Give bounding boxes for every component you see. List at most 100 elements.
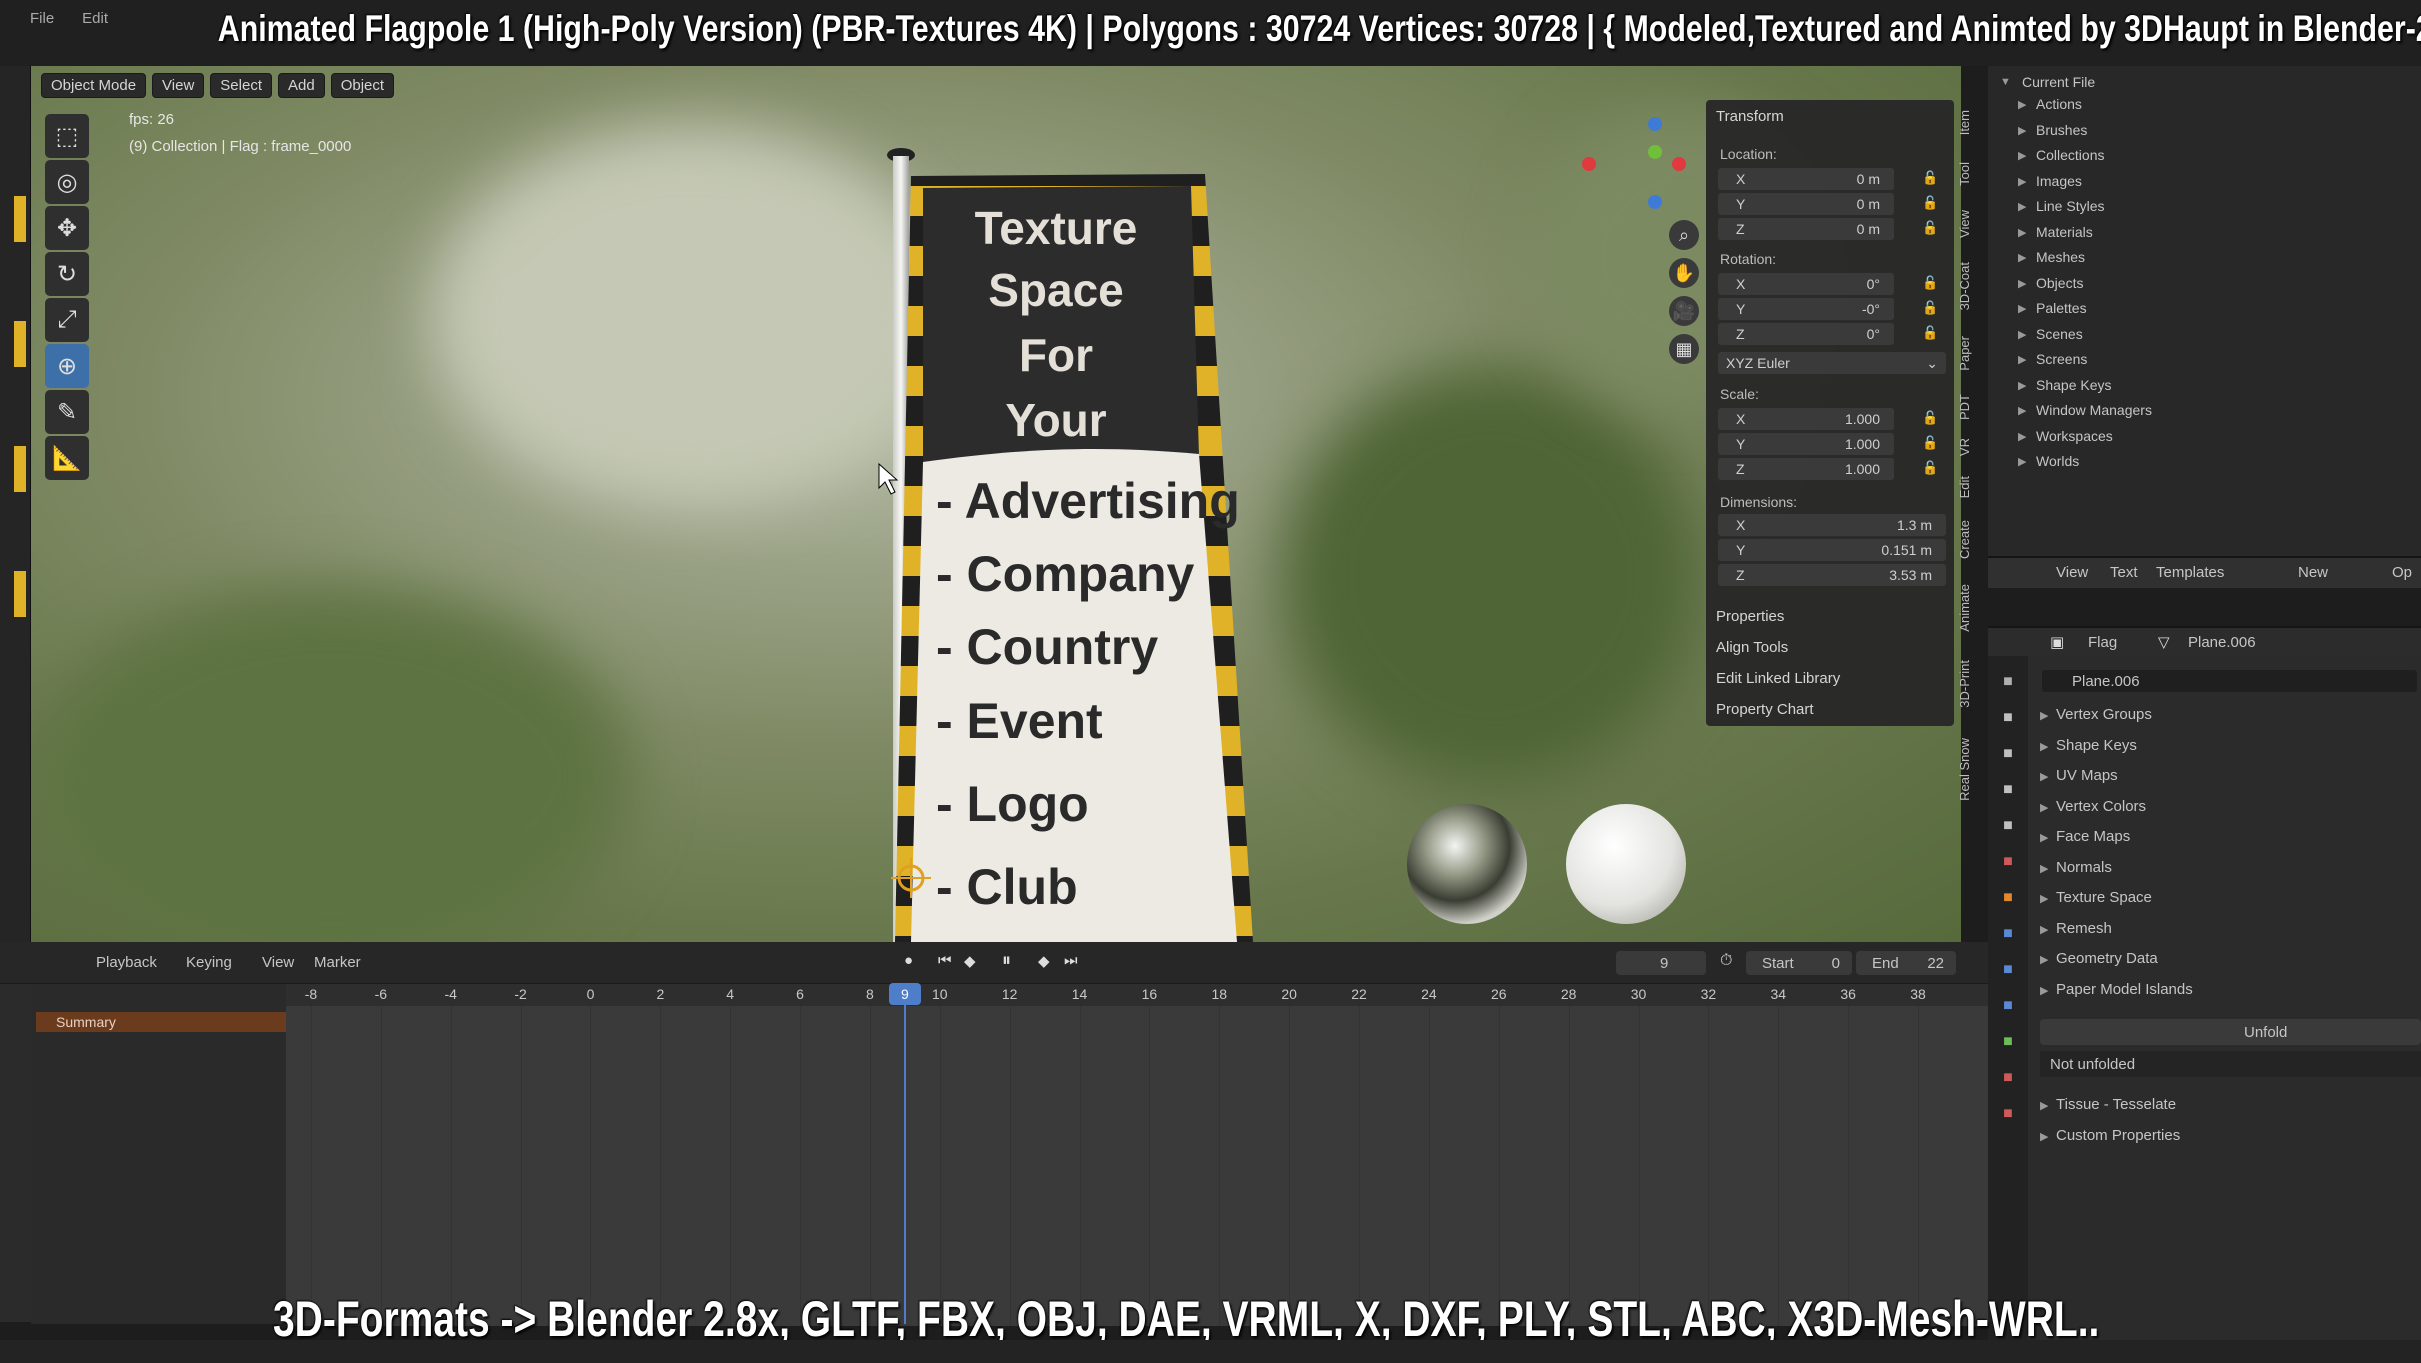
properties-tab-icon[interactable]: ■	[1998, 960, 2018, 980]
record-icon[interactable]: ●	[904, 952, 913, 969]
outliner-item[interactable]: Workspaces	[2036, 428, 2113, 444]
expand-arrow-icon[interactable]: ▶	[2018, 379, 2026, 392]
clock-icon[interactable]: ⏱	[1720, 952, 1732, 970]
outliner-root[interactable]: Current File	[2022, 74, 2095, 90]
expand-arrow-icon[interactable]: ▼	[2000, 76, 2011, 88]
properties-subpanel[interactable]: Geometry Data	[2056, 950, 2158, 967]
expand-arrow-icon[interactable]: ▶	[2018, 328, 2026, 341]
properties-tab-icon[interactable]: ■	[1998, 888, 2018, 908]
expand-arrow-icon[interactable]: ▶	[2040, 740, 2048, 753]
align-tools-subpanel[interactable]: Align Tools	[1716, 639, 1788, 656]
timeline-grid[interactable]	[286, 1006, 1988, 1326]
expand-arrow-icon[interactable]: ▶	[2018, 149, 2026, 162]
text-text-menu[interactable]: Text	[2110, 564, 2138, 581]
gizmo-z-neg-icon[interactable]	[1648, 195, 1662, 209]
expand-arrow-icon[interactable]: ▶	[2018, 226, 2026, 239]
lock-icon[interactable]: 🔓	[1922, 220, 1938, 236]
mesh-datablock-field[interactable]: Plane.006	[2042, 670, 2417, 692]
properties-subpanel[interactable]: Properties	[1716, 608, 1784, 625]
expand-arrow-icon[interactable]: ▶	[2040, 862, 2048, 875]
tab-3d-print[interactable]: 3D-Print	[1957, 660, 1979, 708]
dimensions-x-field[interactable]: X 1.3 m	[1718, 514, 1946, 536]
outliner-item[interactable]: Actions	[2036, 96, 2082, 112]
outliner-item[interactable]: Collections	[2036, 147, 2104, 163]
tab-create[interactable]: Create	[1957, 520, 1979, 559]
next-keyframe-icon[interactable]: ◆	[1038, 952, 1050, 970]
expand-arrow-icon[interactable]: ▶	[2018, 302, 2026, 315]
properties-subpanel[interactable]: Paper Model Islands	[2056, 981, 2193, 998]
tab-edit[interactable]: Edit	[1957, 476, 1979, 498]
edit-linked-library-subpanel[interactable]: Edit Linked Library	[1716, 670, 1840, 687]
tab-vr[interactable]: VR	[1957, 438, 1979, 456]
expand-arrow-icon[interactable]: ▶	[2018, 353, 2026, 366]
expand-arrow-icon[interactable]: ▶	[2040, 953, 2048, 966]
properties-subpanel[interactable]: Texture Space	[2056, 889, 2152, 906]
tab-pdt[interactable]: PDT	[1957, 394, 1979, 420]
properties-tab-icon[interactable]: ■	[1998, 1104, 2018, 1124]
text-templates-menu[interactable]: Templates	[2156, 564, 2224, 581]
expand-arrow-icon[interactable]: ▶	[2018, 251, 2026, 264]
text-open-button[interactable]: Op	[2392, 564, 2412, 581]
properties-subpanel[interactable]: Vertex Groups	[2056, 706, 2152, 723]
gizmo-z-icon[interactable]	[1648, 117, 1662, 131]
properties-tab-icon[interactable]: ■	[1998, 708, 2018, 728]
outliner-item[interactable]: Line Styles	[2036, 198, 2104, 214]
text-new-button[interactable]: New	[2298, 564, 2328, 581]
lock-icon[interactable]: 🔓	[1922, 325, 1938, 341]
tab-3d-coat[interactable]: 3D-Coat	[1957, 262, 1979, 310]
outliner-item[interactable]: Objects	[2036, 275, 2083, 291]
expand-arrow-icon[interactable]: ▶	[2040, 770, 2048, 783]
expand-arrow-icon[interactable]: ▶	[2018, 98, 2026, 111]
scale-z-field[interactable]: Z 1.000	[1718, 458, 1894, 480]
playhead[interactable]	[903, 984, 906, 1324]
lock-icon[interactable]: 🔓	[1922, 275, 1938, 291]
properties-tab-icon[interactable]: ■	[1998, 852, 2018, 872]
properties-tab-icon[interactable]: ■	[1998, 996, 2018, 1016]
menu-edit[interactable]: Edit	[82, 10, 108, 30]
unfold-button[interactable]: Unfold	[2040, 1019, 2421, 1045]
dimensions-y-field[interactable]: Y 0.151 m	[1718, 539, 1946, 561]
expand-arrow-icon[interactable]: ▶	[2040, 1130, 2048, 1143]
lock-icon[interactable]: 🔓	[1922, 300, 1938, 316]
outliner-item[interactable]: Shape Keys	[2036, 377, 2112, 393]
properties-subpanel[interactable]: Normals	[2056, 859, 2112, 876]
start-frame-field[interactable]: Start 0	[1746, 951, 1852, 975]
zoom-icon[interactable]: ⌕	[1669, 220, 1699, 250]
expand-arrow-icon[interactable]: ▶	[2018, 277, 2026, 290]
outliner-item[interactable]: Window Managers	[2036, 402, 2152, 418]
rotation-mode-dropdown[interactable]: XYZ Euler ⌄	[1718, 352, 1946, 374]
location-y-field[interactable]: Y 0 m	[1718, 193, 1894, 215]
expand-arrow-icon[interactable]: ▶	[2040, 709, 2048, 722]
properties-subpanel[interactable]: Vertex Colors	[2056, 798, 2146, 815]
jump-end-icon[interactable]: ⏭	[1064, 952, 1078, 969]
camera-icon[interactable]: 🎥	[1669, 296, 1699, 326]
end-frame-field[interactable]: End 22	[1856, 951, 1956, 975]
summary-channel[interactable]: Summary	[36, 1012, 286, 1032]
transform-header[interactable]: Transform	[1716, 108, 1784, 125]
text-view-menu[interactable]: View	[2056, 564, 2088, 581]
object-name[interactable]: Flag	[2088, 634, 2117, 651]
expand-arrow-icon[interactable]: ▶	[2018, 430, 2026, 443]
lock-icon[interactable]: 🔓	[1922, 170, 1938, 186]
properties-tab-icon[interactable]: ■	[1998, 744, 2018, 764]
3d-viewport[interactable]: Object Mode View Select Add Object fps: …	[31, 66, 1961, 942]
gizmo-x-neg-icon[interactable]	[1582, 157, 1596, 171]
grid-icon[interactable]: ▦	[1669, 334, 1699, 364]
outliner-item[interactable]: Scenes	[2036, 326, 2083, 342]
lock-icon[interactable]: 🔓	[1922, 195, 1938, 211]
properties-tab-icon[interactable]: ■	[1998, 924, 2018, 944]
expand-arrow-icon[interactable]: ▶	[2018, 200, 2026, 213]
outliner-item[interactable]: Materials	[2036, 224, 2093, 240]
playhead-label[interactable]: 9	[888, 983, 921, 1005]
flag-banner[interactable]: Texture Space For Your - Advertising - C…	[31, 66, 1961, 942]
expand-arrow-icon[interactable]: ▶	[2018, 404, 2026, 417]
gizmo-y-icon[interactable]	[1648, 145, 1662, 159]
pause-icon[interactable]: ⏸	[1002, 950, 1011, 971]
location-z-field[interactable]: Z 0 m	[1718, 218, 1894, 240]
menu-file[interactable]: File	[30, 10, 54, 30]
properties-tab-icon[interactable]: ■	[1998, 672, 2018, 692]
expand-arrow-icon[interactable]: ▶	[2040, 892, 2048, 905]
tab-view[interactable]: View	[1957, 210, 1979, 238]
tab-tool[interactable]: Tool	[1957, 162, 1979, 186]
playback-menu[interactable]: Playback	[96, 954, 157, 971]
